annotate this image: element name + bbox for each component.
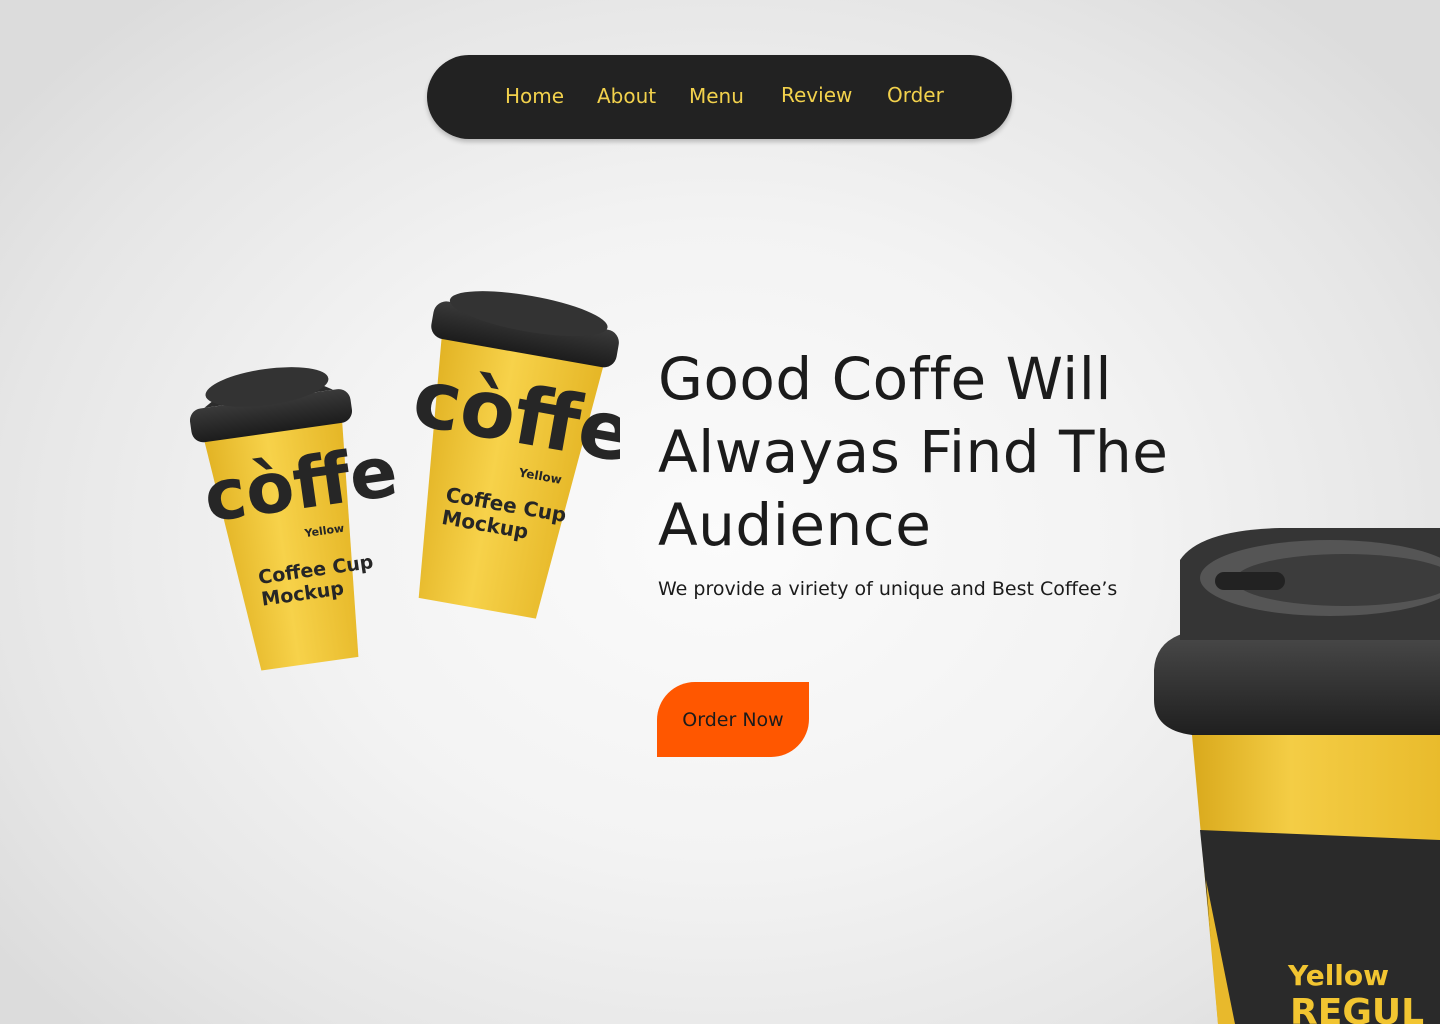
hero-title: Good Coffe Will Alwayas Find The Audienc… — [658, 343, 1218, 562]
hero-title-line-1: Good Coffe Will — [658, 345, 1113, 413]
top-navigation: Home About Menu Review Order — [427, 55, 1012, 139]
coffee-cups-image: còffe Yellow Coffee Cup Mockup còffe Yel… — [190, 291, 620, 671]
nav-link-review[interactable]: Review — [781, 82, 852, 108]
order-now-button[interactable]: Order Now — [657, 682, 809, 757]
large-cup-variant-text: Yellow — [1287, 959, 1389, 992]
hero-title-line-2: Alwayas Find The — [658, 418, 1169, 486]
nav-link-about[interactable]: About — [597, 83, 656, 109]
nav-link-menu[interactable]: Menu — [689, 83, 744, 109]
nav-link-home[interactable]: Home — [505, 83, 564, 109]
hero-title-line-3: Audience — [658, 491, 932, 559]
cup-right-icon: còffe Yellow Coffee Cup Mockup — [407, 291, 620, 619]
cup-left-icon: còffe Yellow Coffee Cup Mockup — [190, 367, 402, 671]
hero-subtitle: We provide a viriety of unique and Best … — [658, 578, 1118, 600]
large-cup-label-text: REGUL — [1290, 992, 1424, 1024]
nav-link-order[interactable]: Order — [887, 82, 944, 108]
large-coffee-cup-image: Yellow REGUL — [1154, 528, 1440, 1024]
